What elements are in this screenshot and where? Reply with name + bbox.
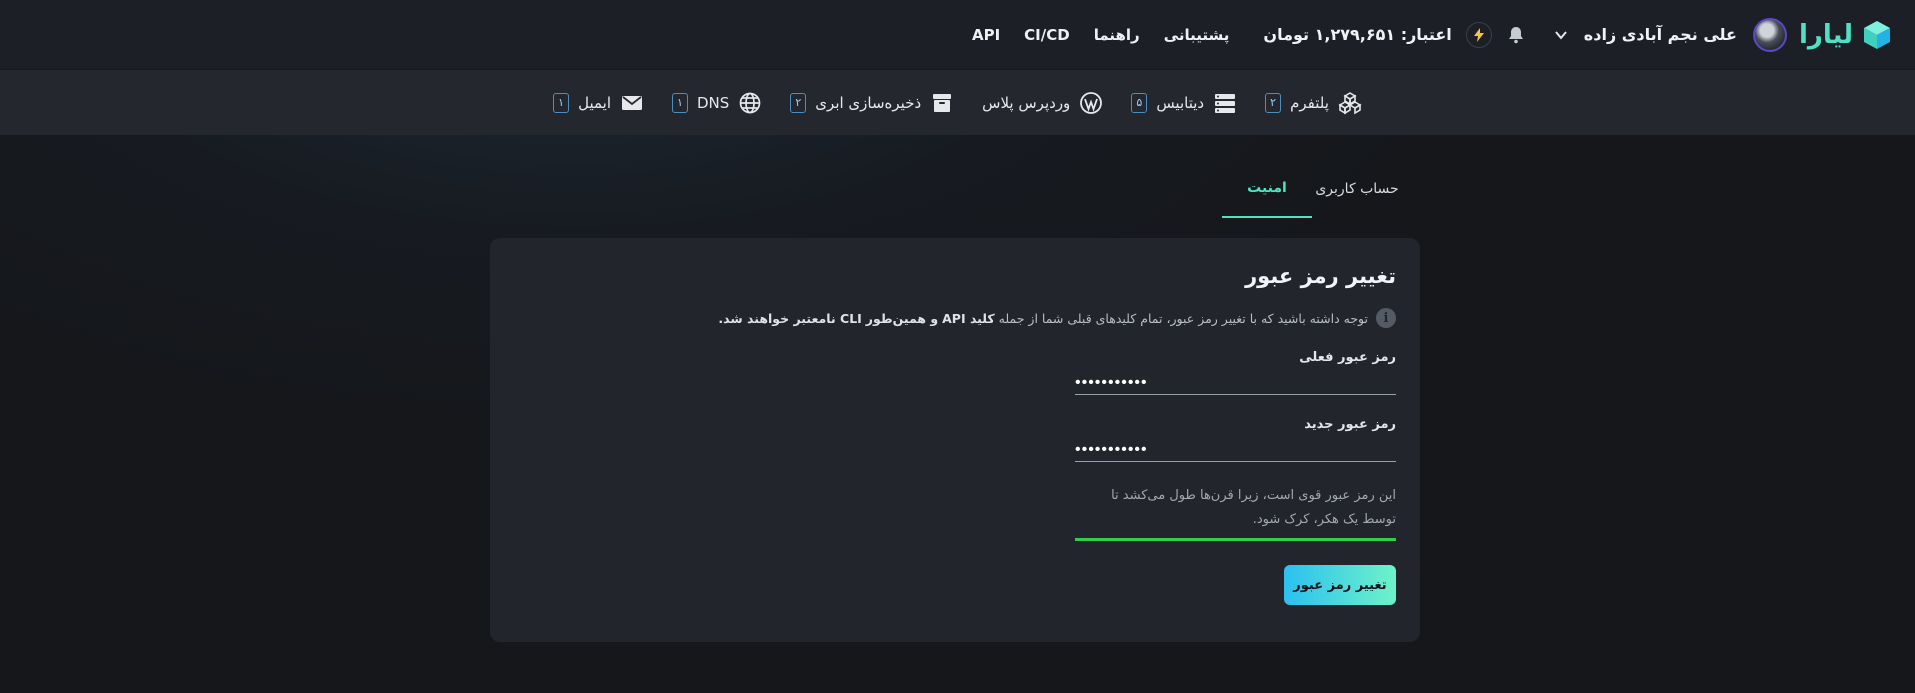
notice-api-key: کلید API: [942, 310, 995, 326]
mail-icon: [622, 95, 642, 110]
lightning-icon: [1473, 27, 1484, 42]
service-label: پلتفرم: [1290, 93, 1329, 112]
service-platform[interactable]: پلتفرم ۲: [1265, 91, 1362, 115]
service-label: ذخیره‌سازی ابری: [815, 93, 922, 112]
header-nav-links: پشتیبانی راهنما CI/CD API: [972, 26, 1229, 44]
nav-link-support[interactable]: پشتیبانی: [1164, 26, 1230, 44]
tab-account[interactable]: حساب کاربری: [1312, 170, 1402, 218]
service-count-badge: ۲: [1265, 92, 1282, 113]
new-password-input[interactable]: [1075, 432, 1396, 462]
nav-link-docs[interactable]: راهنما: [1094, 26, 1140, 44]
service-email[interactable]: ایمیل ۱: [553, 91, 644, 115]
top-navbar: لیارا علی نجم آبادی زاده اعتبار: ۱,۲۷۹,۶…: [0, 0, 1915, 70]
service-count-badge: ۵: [1131, 92, 1148, 113]
service-count-badge: ۲: [790, 92, 807, 113]
platform-icon: [1338, 91, 1362, 114]
bolt-icon[interactable]: [1465, 21, 1492, 48]
service-database[interactable]: دیتابیس ۵: [1131, 91, 1237, 115]
password-strength-message: این رمز عبور قوی است، زیرا قرن‌ها طول می…: [1075, 484, 1396, 541]
tab-security[interactable]: امنیت: [1222, 170, 1312, 218]
change-password-button[interactable]: تغییر رمز عبور: [1284, 565, 1396, 605]
card-title: تغییر رمز عبور: [1245, 264, 1396, 288]
nav-link-api[interactable]: API: [972, 26, 1000, 44]
current-password-label: رمز عبور فعلی: [1299, 350, 1396, 365]
new-password-field: رمز عبور جدید: [1075, 417, 1396, 462]
service-object-storage[interactable]: ذخیره‌سازی ابری ۲: [790, 91, 954, 115]
globe-icon: [739, 92, 761, 113]
cube-logo-icon: [1864, 20, 1890, 49]
navbar-status-group: اعتبار: ۱,۲۷۹,۶۵۱ تومان: [1263, 21, 1526, 48]
service-label: دیتابیس: [1156, 93, 1205, 112]
database-icon: [1215, 93, 1236, 113]
user-name[interactable]: علی نجم آبادی زاده: [1584, 25, 1737, 44]
service-label: وردپرس پلاس: [982, 93, 1071, 112]
new-password-label: رمز عبور جدید: [1304, 417, 1396, 432]
logo[interactable]: لیارا: [1799, 19, 1893, 51]
navbar-right-group: لیارا علی نجم آبادی زاده اعتبار: ۱,۲۷۹,۶…: [972, 17, 1893, 52]
notice-mid: و همین‌طور: [865, 310, 939, 326]
nav-link-cicd[interactable]: CI/CD: [1024, 26, 1070, 44]
notice-cli: CLI نامعتبر خواهند شد.: [718, 310, 862, 326]
service-label: DNS: [697, 93, 730, 112]
change-password-card: تغییر رمز عبور i توجه داشته باشید که با …: [490, 238, 1420, 642]
chevron-down-icon[interactable]: [1554, 28, 1568, 42]
service-wordpress[interactable]: وردپرس پلاس: [982, 91, 1103, 115]
service-label: ایمیل: [578, 93, 611, 112]
bell-icon[interactable]: [1506, 25, 1526, 45]
notice-pre: توجه داشته باشید که با تغییر رمز عبور، ت…: [998, 310, 1368, 326]
current-password-input[interactable]: [1075, 365, 1396, 395]
logo-text: لیارا: [1798, 19, 1854, 50]
security-notice: i توجه داشته باشید که با تغییر رمز عبور،…: [514, 308, 1396, 328]
wordpress-icon: [1080, 91, 1103, 114]
notice-text: توجه داشته باشید که با تغییر رمز عبور، ت…: [718, 311, 1368, 326]
service-count-badge: ۱: [672, 92, 688, 113]
service-count-badge: ۱: [553, 92, 570, 113]
service-dns[interactable]: DNS ۱: [672, 91, 762, 115]
services-bar: پلتفرم ۲ دیتابیس ۵ وردپرس پلاس ذخیره‌ساز…: [0, 70, 1915, 135]
avatar[interactable]: [1752, 17, 1787, 52]
archive-icon: [933, 93, 952, 112]
account-tabs: حساب کاربری امنیت: [1222, 170, 1402, 218]
credit-balance[interactable]: اعتبار: ۱,۲۷۹,۶۵۱ تومان: [1263, 25, 1451, 44]
info-icon: i: [1376, 308, 1396, 328]
current-password-field: رمز عبور فعلی: [1075, 350, 1396, 395]
